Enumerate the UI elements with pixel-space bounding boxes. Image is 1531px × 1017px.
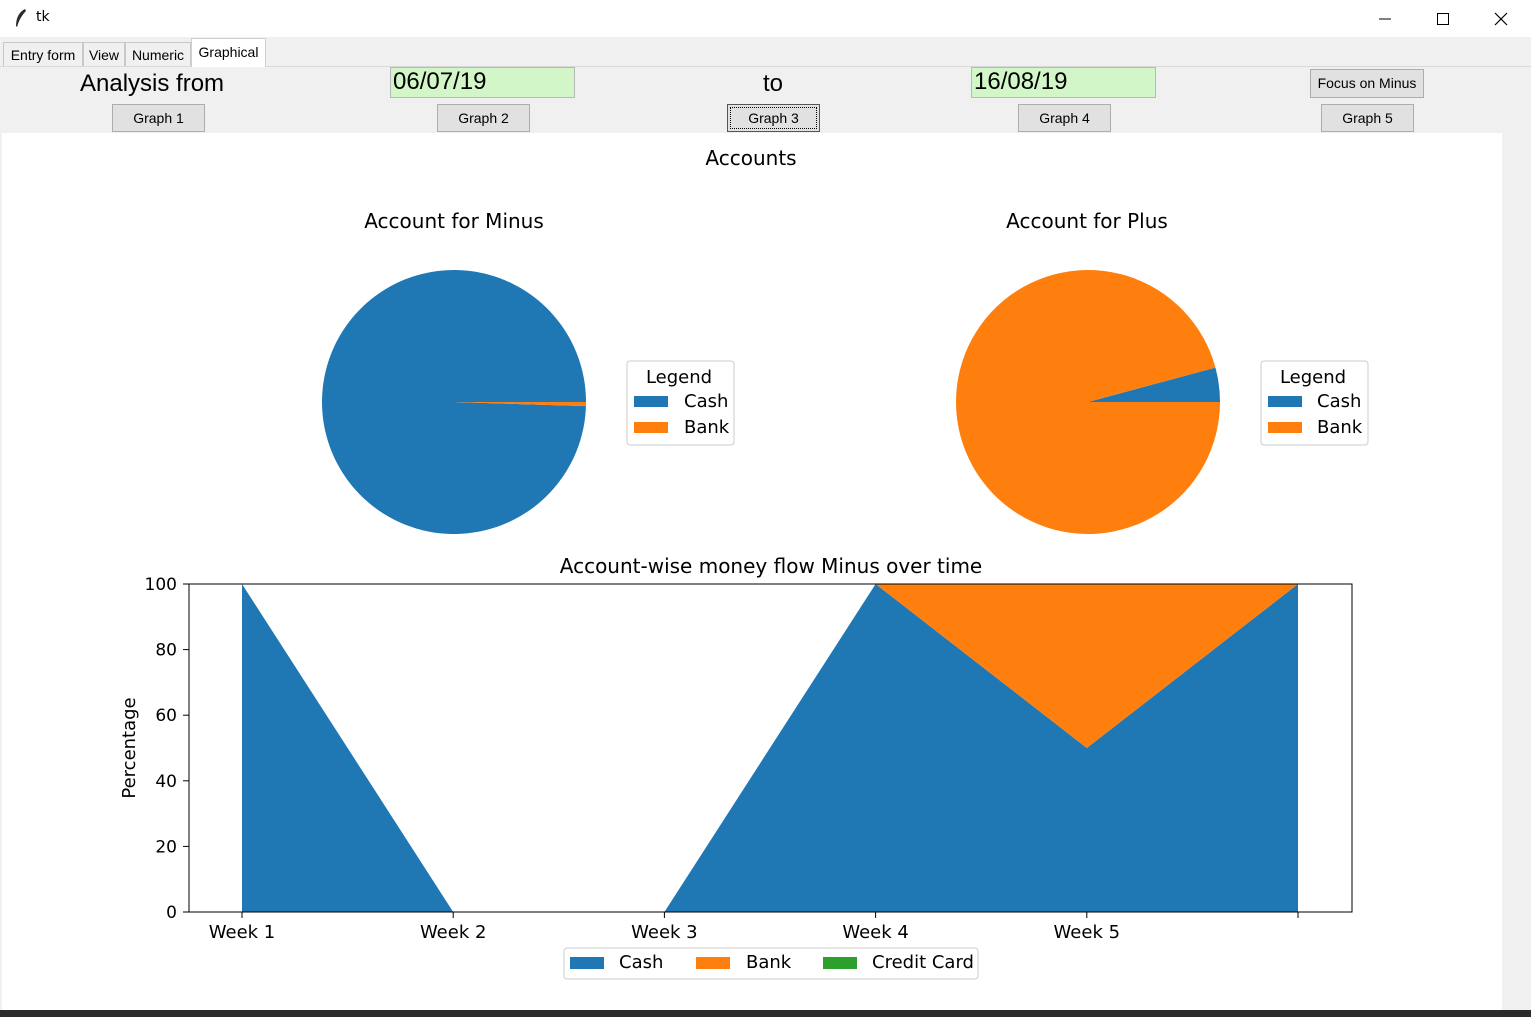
pie-minus-legend-cash: Cash [684, 391, 728, 412]
legend-swatch-cash [570, 957, 604, 969]
x-tick-label: Week 3 [631, 922, 698, 943]
pie-plus-legend-title: Legend [1280, 367, 1346, 388]
y-tick-label: 40 [155, 772, 177, 792]
legend-swatch-bank [1268, 422, 1302, 433]
pie-chart-plus: Account for Plus Legend Cash Bank [956, 209, 1369, 535]
pie-minus-slice-cash [322, 269, 586, 534]
x-tick-label: Week 5 [1054, 922, 1121, 943]
maximize-button[interactable] [1414, 0, 1472, 37]
feather-icon [16, 9, 26, 27]
graph-2-button[interactable]: Graph 2 [437, 104, 530, 132]
area-legend-cash: Cash [619, 952, 663, 973]
area-legend-bank: Bank [746, 952, 792, 973]
graph-5-button[interactable]: Graph 5 [1321, 104, 1414, 132]
minimize-icon [1379, 18, 1391, 19]
to-date-input[interactable]: 16/08/19 [971, 67, 1156, 98]
legend-swatch-bank [696, 957, 730, 969]
tab-numeric[interactable]: Numeric [125, 42, 191, 66]
tab-entry-form[interactable]: Entry form [3, 42, 83, 66]
focus-on-minus-button[interactable]: Focus on Minus [1310, 69, 1424, 98]
chart-canvas: Accounts Account for Minus Legend Cash B… [2, 133, 1502, 1010]
maximize-icon [1437, 12, 1449, 25]
close-icon [1494, 12, 1508, 25]
y-tick-label: 20 [155, 837, 177, 857]
title-bar: tk [0, 0, 1531, 37]
pie-minus-legend-title: Legend [646, 367, 712, 388]
pie-plus-title: Account for Plus [1006, 209, 1168, 233]
pie-minus-legend: Legend Cash Bank [626, 360, 735, 446]
window-title: tk [36, 9, 50, 25]
x-tick-label: Week 1 [209, 922, 276, 943]
analysis-from-label: Analysis from [80, 70, 225, 97]
area-chart: Account-wise money flow Minus over time … [119, 554, 1353, 980]
close-button[interactable] [1472, 0, 1530, 37]
accounts-figure: Accounts Account for Minus Legend Cash B… [119, 146, 1369, 980]
legend-swatch-credit-card [823, 957, 857, 969]
graph-4-button[interactable]: Graph 4 [1018, 104, 1111, 132]
bottom-edge [0, 1010, 1531, 1017]
figure-title: Accounts [705, 146, 796, 170]
area-chart-title: Account-wise money flow Minus over time [560, 554, 983, 578]
pie-plus-legend: Legend Cash Bank [1260, 360, 1369, 446]
pie-plus-slice-bank [956, 270, 1220, 535]
pie-plus-legend-cash: Cash [1317, 391, 1361, 412]
y-tick-label: 60 [155, 706, 177, 726]
x-tick-label: Week 2 [420, 922, 487, 943]
pie-chart-minus: Account for Minus Legend Cash Bank [322, 209, 735, 534]
legend-swatch-cash [1268, 396, 1302, 407]
graph-3-button[interactable]: Graph 3 [727, 104, 820, 132]
pie-plus-legend-bank: Bank [1317, 417, 1363, 438]
minimize-button[interactable] [1356, 0, 1414, 37]
pie-minus-legend-bank: Bank [684, 417, 730, 438]
pie-minus-title: Account for Minus [364, 209, 544, 233]
graph-1-button[interactable]: Graph 1 [112, 104, 205, 132]
tab-view[interactable]: View [83, 42, 125, 66]
area-legend: Cash Bank Credit Card [563, 947, 979, 980]
y-tick-label: 80 [155, 641, 177, 661]
y-tick-label: 0 [166, 903, 177, 923]
to-label: to [763, 70, 784, 97]
tab-graphical[interactable]: Graphical [191, 38, 266, 67]
area-legend-credit-card: Credit Card [872, 952, 974, 973]
x-tick-label: Week 4 [842, 922, 909, 943]
from-date-input[interactable]: 06/07/19 [390, 67, 575, 98]
tab-bar: Entry form View Numeric Graphical [0, 37, 1531, 67]
y-tick-label: 100 [145, 575, 177, 595]
y-axis-label: Percentage [119, 697, 140, 798]
legend-swatch-bank [634, 422, 668, 433]
legend-swatch-cash [634, 396, 668, 407]
